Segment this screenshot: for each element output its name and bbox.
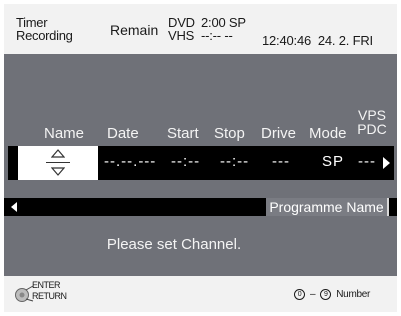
vhs-label: VHS [168, 28, 195, 43]
screen-title: Timer Recording [16, 16, 73, 42]
enter-return-icon [15, 285, 34, 302]
current-time: 12:40:46 [262, 33, 312, 48]
nine-key-icon: 9 [320, 289, 332, 300]
status-message: Please set Channel. [106, 236, 242, 253]
zero-key-icon: 0 [294, 289, 305, 300]
column-header-drive: Drive [261, 125, 297, 142]
start-field[interactable]: --:-- [171, 153, 200, 170]
programme-name-edge [387, 198, 389, 216]
vps-pdc-field[interactable]: --- [358, 153, 376, 170]
remain-label: Remain [110, 22, 159, 38]
media-labels: DVD VHS [168, 16, 195, 42]
header-bar: Timer Recording Remain DVD VHS 2:00 SP -… [4, 4, 397, 54]
remain-values: 2:00 SP --:-- -- [201, 16, 246, 42]
column-header-vps-pdc: VPS PDC [352, 108, 392, 136]
timer-program-row[interactable]: --.--.--- --:-- --:-- --- SP --- [8, 146, 394, 180]
range-dash: – [310, 289, 316, 300]
vhs-remain-value: --:-- -- [201, 28, 233, 43]
column-header-stop: Stop [214, 125, 245, 142]
arrow-left-icon[interactable] [11, 202, 17, 212]
drive-field[interactable]: --- [272, 153, 290, 170]
name-field[interactable] [18, 146, 98, 180]
column-header-date: Date [107, 125, 139, 142]
name-divider [46, 162, 70, 163]
column-header-mode: Mode [309, 125, 347, 142]
arrow-down-icon[interactable] [51, 166, 65, 176]
arrow-up-icon[interactable] [51, 149, 65, 159]
programme-name-button[interactable]: Programme Name [266, 198, 387, 216]
pdc-label: PDC [357, 121, 387, 137]
column-header-start: Start [167, 125, 199, 142]
title-line-2: Recording [16, 28, 73, 43]
number-key-hint: 0 – 9 Number [294, 289, 370, 300]
enter-return-labels: ENTER RETURN [32, 280, 67, 302]
return-label: RETURN [32, 291, 67, 301]
column-header-name: Name [44, 125, 85, 142]
arrow-right-icon[interactable] [383, 157, 390, 169]
stop-field[interactable]: --:-- [220, 153, 249, 170]
mode-field[interactable]: SP [322, 153, 344, 170]
footer-bar: ENTER RETURN 0 – 9 Number [4, 276, 397, 312]
vps-label: VPS [357, 107, 386, 123]
clock-readout: 12:40:46 24. 2. FRI [262, 33, 373, 48]
date-field[interactable]: --.--.--- [104, 153, 156, 170]
timer-recording-screen: Timer Recording Remain DVD VHS 2:00 SP -… [4, 4, 397, 312]
enter-label: ENTER [32, 280, 61, 290]
current-date: 24. 2. FRI [317, 33, 373, 48]
number-label: Number [336, 289, 371, 300]
programme-name-bar[interactable]: Programme Name [4, 198, 397, 216]
